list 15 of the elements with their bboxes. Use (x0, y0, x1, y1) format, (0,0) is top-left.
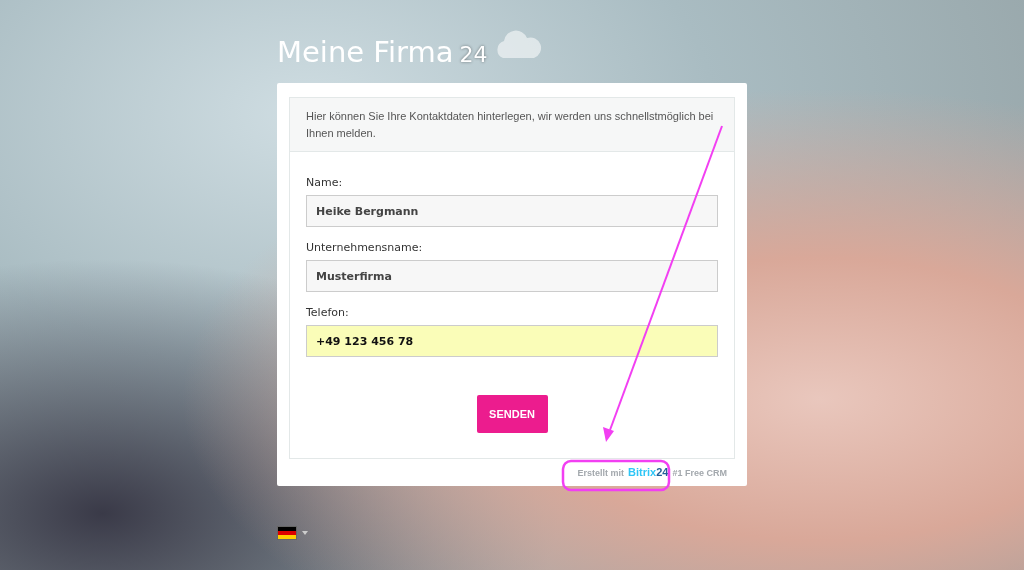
brand-logo[interactable]: Bitrix24 (628, 466, 669, 478)
field-label: Unternehmensname: (306, 241, 424, 254)
input-field[interactable]: Heike Bergmann (306, 195, 718, 227)
field-label: Telefon: (306, 306, 350, 319)
input-field[interactable]: Musterfirma (306, 260, 718, 292)
page-title: Meine Firma (277, 34, 454, 70)
submit-button[interactable]: SENDEN (476, 395, 548, 433)
form-intro: Hier können Sie Ihre Kontaktdaten hinterlegen, wir werden uns schnellstmöglich bei Ihnen melden. (290, 98, 734, 152)
credit-text: Erstellt mit (577, 468, 625, 478)
field-label: Name: (306, 176, 344, 189)
logo-text: 24 (459, 41, 488, 69)
input-field[interactable]: +49 123 456 78 (306, 325, 718, 357)
caret-icon (302, 531, 308, 535)
flag-icon (277, 526, 297, 540)
tagline-text: #1 Free CRM (672, 468, 727, 478)
